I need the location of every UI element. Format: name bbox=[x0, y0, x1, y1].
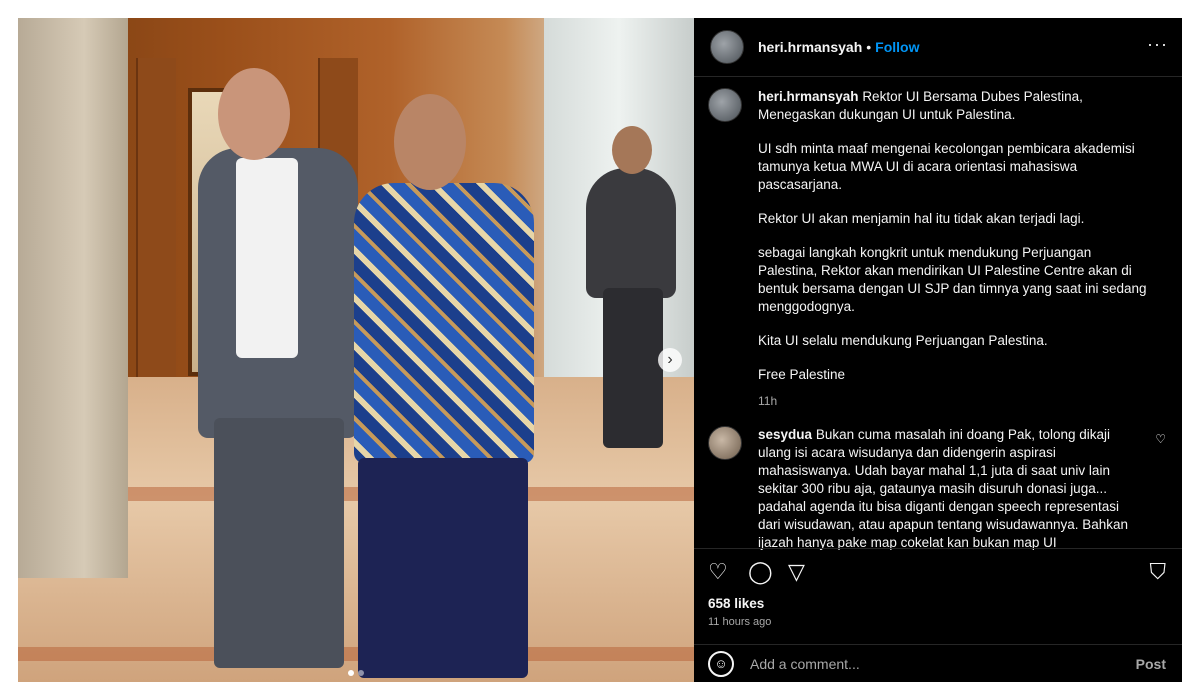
photo-person-background bbox=[586, 168, 676, 298]
avatar[interactable] bbox=[710, 30, 744, 64]
likes-count[interactable]: 658 likes bbox=[708, 596, 764, 611]
carousel-dot bbox=[358, 670, 364, 676]
comment-input[interactable] bbox=[748, 655, 1112, 673]
comment-text: Bukan cuma masalah ini doang Pak, tolong… bbox=[758, 427, 1129, 550]
caption-text: UI sdh minta maaf mengenai kecolongan pe… bbox=[758, 141, 1135, 192]
next-slide-button[interactable]: › bbox=[658, 348, 682, 372]
caption-text: sebagai langkah kongkrit untuk mendukung… bbox=[758, 245, 1147, 314]
caption-username[interactable]: heri.hrmansyah bbox=[758, 89, 859, 104]
post-comment-button[interactable]: Post bbox=[1136, 656, 1166, 672]
add-comment-bar: ☺ Post bbox=[694, 644, 1182, 683]
like-icon[interactable]: ♡ bbox=[708, 559, 728, 585]
caption-text: Kita UI selalu mendukung Perjuangan Pale… bbox=[758, 333, 1048, 348]
photo-person-right bbox=[354, 183, 534, 463]
caption-text: Free Palestine bbox=[758, 367, 846, 382]
more-options-icon[interactable]: ··· bbox=[1147, 34, 1168, 55]
header-separator: • bbox=[866, 39, 872, 55]
post-sidebar: heri.hrmansyah • Follow ··· heri.hrmansy… bbox=[694, 18, 1182, 682]
caption-text: Rektor UI akan menjamin hal itu tidak ak… bbox=[758, 211, 1085, 226]
post-photo[interactable]: › bbox=[18, 18, 694, 682]
avatar[interactable] bbox=[708, 88, 742, 122]
carousel-dot-active bbox=[348, 670, 354, 676]
caption: heri.hrmansyah Rektor UI Bersama Dubes P… bbox=[694, 88, 1182, 410]
avatar[interactable] bbox=[708, 426, 742, 460]
follow-button[interactable]: Follow bbox=[875, 39, 919, 55]
save-icon[interactable]: ⛉ bbox=[1149, 559, 1166, 585]
comment-icon[interactable]: ◯ bbox=[748, 559, 773, 585]
post-header: heri.hrmansyah • Follow ··· bbox=[694, 18, 1182, 77]
comment-username[interactable]: sesydua bbox=[758, 427, 812, 442]
caption-time[interactable]: 11h bbox=[758, 392, 1152, 410]
carousel-indicator bbox=[348, 670, 364, 676]
comment-like-icon[interactable]: ♡ bbox=[1155, 430, 1166, 448]
post-timestamp: 11 hours ago bbox=[708, 616, 772, 628]
share-icon[interactable]: ▽ bbox=[788, 559, 805, 585]
comment-item: sesydua Bukan cuma masalah ini doang Pak… bbox=[694, 426, 1182, 552]
instagram-post: › heri.hrmansyah • Follow ··· heri.hrman… bbox=[18, 18, 1182, 682]
photo-wall-panel bbox=[136, 58, 176, 388]
photo-pillar bbox=[18, 18, 128, 578]
comments-section[interactable]: heri.hrmansyah Rektor UI Bersama Dubes P… bbox=[694, 88, 1182, 558]
header-username[interactable]: heri.hrmansyah bbox=[758, 39, 862, 55]
action-bar: ♡ ◯ ▽ ⛉ bbox=[694, 548, 1182, 595]
emoji-icon[interactable]: ☺ bbox=[708, 651, 734, 677]
